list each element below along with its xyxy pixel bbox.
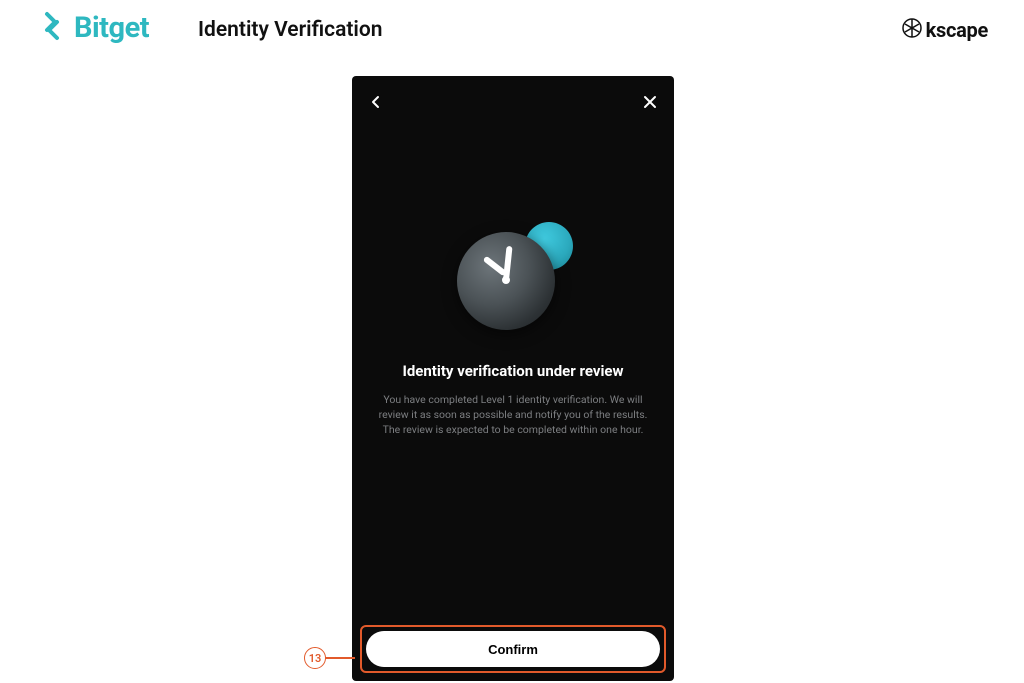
annotation-connector-line — [325, 657, 355, 659]
kscape-mark-icon — [902, 18, 922, 42]
review-heading: Identity verification under review — [352, 362, 674, 380]
bitget-arrows-icon — [36, 10, 68, 46]
bitget-logo-text: Bitget — [74, 11, 149, 45]
kscape-logo-text: kscape — [926, 18, 988, 42]
step-annotation: 13 — [304, 647, 355, 669]
step-number-badge: 13 — [304, 647, 326, 669]
back-button[interactable] — [366, 92, 386, 112]
clock-illustration — [352, 226, 674, 330]
close-button[interactable] — [640, 92, 660, 112]
chevron-left-icon — [369, 95, 383, 109]
close-icon — [643, 95, 657, 109]
kscape-logo: kscape — [902, 18, 988, 42]
page-title: Identity Verification — [198, 18, 383, 42]
bitget-logo: Bitget — [36, 10, 149, 46]
phone-screenshot: Identity verification under review You h… — [352, 76, 674, 681]
review-body: You have completed Level 1 identity veri… — [370, 392, 656, 438]
confirm-button[interactable]: Confirm — [366, 631, 660, 667]
